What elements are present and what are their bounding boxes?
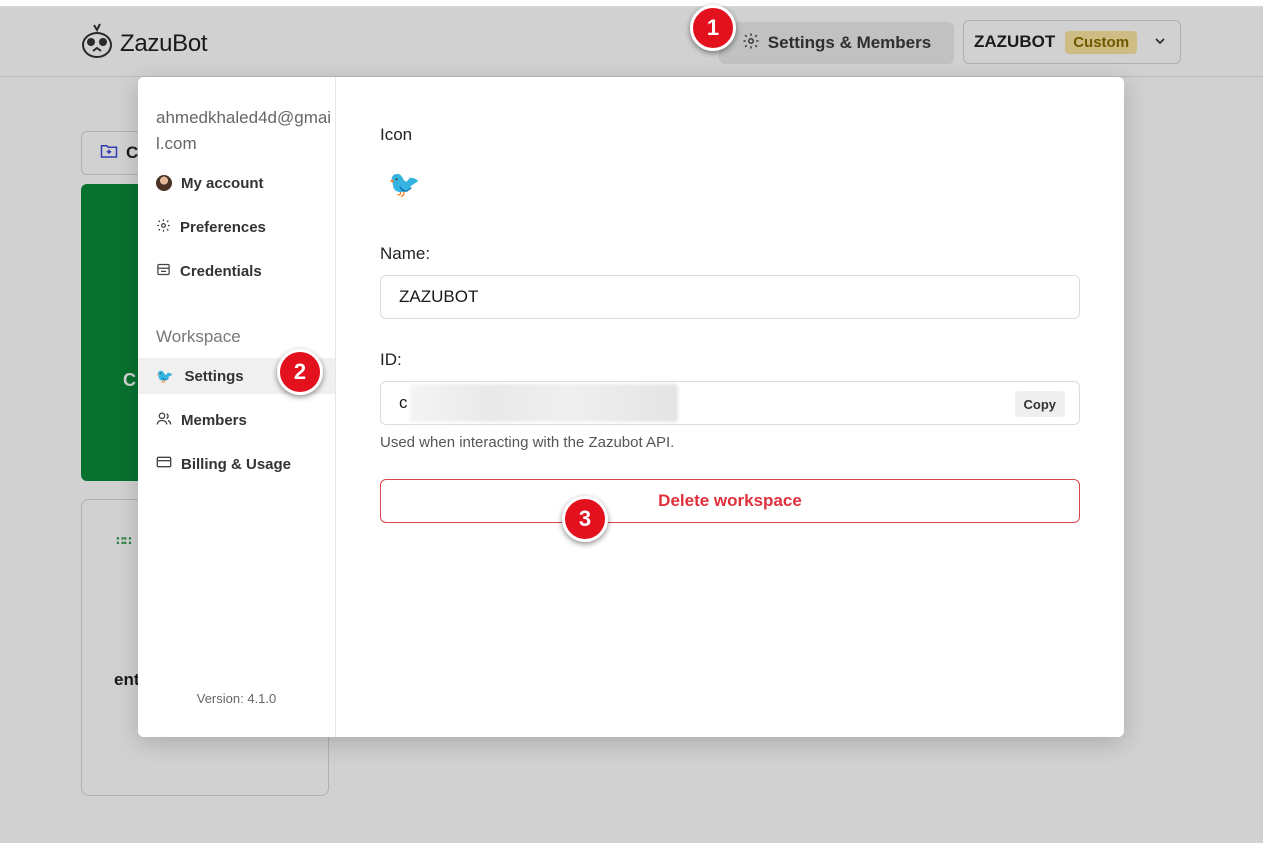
sidebar-item-members[interactable]: Members xyxy=(138,402,335,438)
name-label: Name: xyxy=(380,244,431,263)
settings-modal: ahmedkhaled4d@gmail.com My account Prefe… xyxy=(138,77,1124,737)
credentials-icon xyxy=(156,262,171,281)
sidebar-item-my-account[interactable]: My account xyxy=(138,165,335,201)
sidebar-item-credentials[interactable]: Credentials xyxy=(138,253,335,289)
top-strip xyxy=(0,0,1263,7)
step-marker-3: 3 xyxy=(562,496,608,542)
sidebar-item-billing[interactable]: Billing & Usage xyxy=(138,446,335,482)
account-email: ahmedkhaled4d@gmail.com xyxy=(156,108,332,153)
workspace-name-input[interactable]: ZAZUBOT xyxy=(380,275,1080,319)
sidebar-item-label: Billing & Usage xyxy=(181,455,292,473)
workspace-name-value: ZAZUBOT xyxy=(399,287,479,306)
id-label: ID: xyxy=(380,350,402,369)
step-marker-1: 1 xyxy=(690,5,736,51)
workspace-section-label: Workspace xyxy=(156,327,241,346)
step-marker-2: 2 xyxy=(277,349,323,395)
id-hint: Used when interacting with the Zazubot A… xyxy=(380,434,675,451)
sidebar-item-label: My account xyxy=(181,174,264,192)
gear-icon xyxy=(156,218,171,237)
sidebar-item-label: Members xyxy=(181,411,247,429)
avatar xyxy=(156,175,172,191)
version-text: Version: 4.1.0 xyxy=(196,691,277,706)
sidebar-item-label: Preferences xyxy=(180,218,266,236)
card-icon xyxy=(156,455,172,473)
sidebar-item-preferences[interactable]: Preferences xyxy=(138,209,335,245)
workspace-id-field[interactable]: c Copy xyxy=(380,381,1080,425)
delete-workspace-button[interactable]: Delete workspace xyxy=(380,479,1080,523)
copy-id-button[interactable]: Copy xyxy=(1014,391,1065,417)
modal-sidebar: ahmedkhaled4d@gmail.com My account Prefe… xyxy=(138,77,336,737)
users-icon xyxy=(156,411,172,430)
icon-label: Icon xyxy=(380,125,413,144)
sidebar-item-label: Credentials xyxy=(180,262,262,280)
id-redaction xyxy=(409,384,678,422)
workspace-id-value: c xyxy=(399,393,408,412)
sidebar-item-label: Settings xyxy=(184,367,244,385)
workspace-icon-picker[interactable]: 🐦 xyxy=(388,169,420,200)
bird-icon: 🐦 xyxy=(156,367,174,384)
settings-content: Icon 🐦 Name: ZAZUBOT ID: c Copy Used whe… xyxy=(336,77,1124,737)
